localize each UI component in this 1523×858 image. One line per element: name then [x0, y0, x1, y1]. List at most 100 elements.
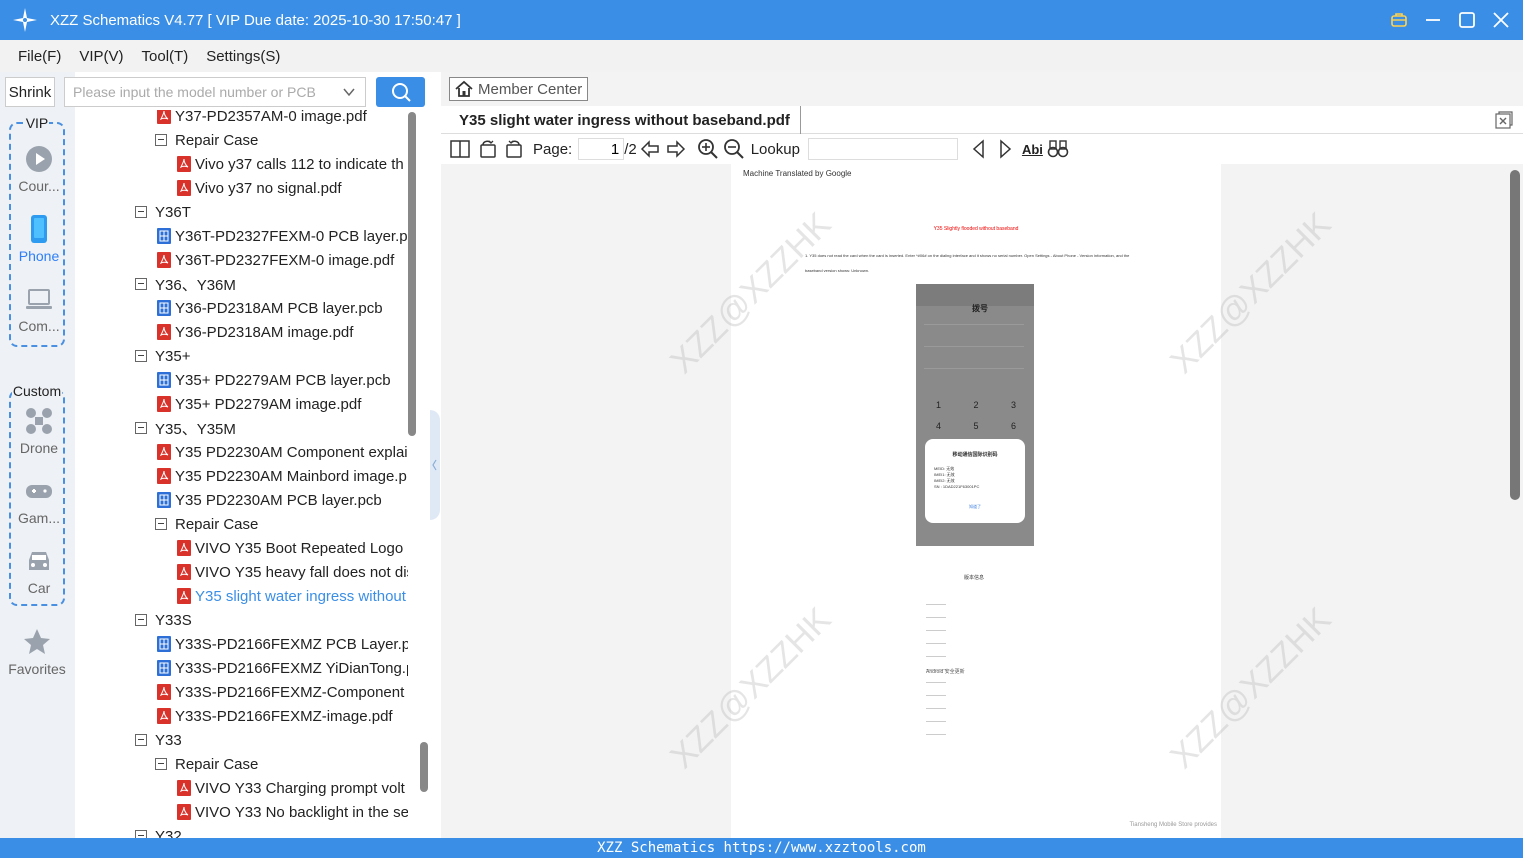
close-icon[interactable]	[1491, 10, 1511, 30]
collapse-toggle-icon[interactable]	[135, 350, 147, 362]
search-input[interactable]	[73, 84, 333, 100]
tree-file[interactable]: Y36-PD2318AM PCB layer.pcb	[157, 296, 383, 320]
chevron-down-icon[interactable]	[343, 86, 355, 98]
prev-page-arrow-icon[interactable]	[639, 138, 661, 160]
pdf-file-icon	[177, 780, 191, 796]
tree-file[interactable]: Y35 slight water ingress without	[177, 584, 406, 608]
close-tab-icon[interactable]	[1495, 111, 1513, 129]
category-sidebar: Shrink VIP Cour... Phone Com... Custom D…	[0, 72, 75, 838]
tree-file[interactable]: Y35 PD2230AM PCB layer.pcb	[157, 488, 382, 512]
tree-file[interactable]: Y36T-PD2327FEXM-0 PCB layer.pcl	[157, 224, 408, 248]
tree-item-label: Y36T-PD2327FEXM-0 PCB layer.pcl	[175, 227, 408, 245]
window-title: XZZ Schematics V4.77 [ VIP Due date: 202…	[50, 11, 461, 29]
vip-crown-icon[interactable]	[1389, 10, 1409, 30]
tree-item-label: Y33S-PD2166FEXMZ YiDianTong.p	[175, 659, 408, 677]
category-car[interactable]: Car	[11, 546, 67, 616]
collapse-toggle-icon[interactable]	[135, 830, 147, 838]
tab-active-document[interactable]: Y35 slight water ingress without baseban…	[449, 106, 801, 134]
menu-tool[interactable]: Tool(T)	[134, 48, 197, 65]
zoom-out-icon[interactable]	[723, 138, 745, 160]
pdf-file-icon	[157, 468, 171, 484]
tree-folder[interactable]: Y36、Y36M	[135, 272, 236, 296]
tree-file[interactable]: VIVO Y33 No backlight in the se	[177, 800, 408, 824]
tree-file[interactable]: Y35+ PD2279AM image.pdf	[157, 392, 361, 416]
collapse-toggle-icon[interactable]	[135, 278, 147, 290]
tree-file[interactable]: Vivo y37 calls 112 to indicate th	[177, 152, 404, 176]
tree-folder[interactable]: Y33	[135, 728, 182, 752]
rotate-right-icon[interactable]	[503, 138, 525, 160]
tree-file[interactable]: Vivo y37 no signal.pdf	[177, 176, 342, 200]
tree-file[interactable]: VIVO Y35 Boot Repeated Logo F	[177, 536, 408, 560]
member-center-label: Member Center	[478, 80, 583, 98]
tree-folder[interactable]: Repair Case	[155, 128, 258, 152]
tree-file[interactable]: Y35 PD2230AM Mainbord image.p	[157, 464, 407, 488]
collapse-toggle-icon[interactable]	[135, 422, 147, 434]
maximize-icon[interactable]	[1457, 10, 1477, 30]
tree-item-label: Y35+ PD2279AM PCB layer.pcb	[175, 371, 391, 389]
tree-file[interactable]: Y33S-PD2166FEXMZ PCB Layer.pcb	[157, 632, 408, 656]
custom-category-group: Custom Drone Gam... Car	[9, 383, 67, 606]
tree-file[interactable]: Y33S-PD2166FEXMZ YiDianTong.p	[157, 656, 408, 680]
tree-folder[interactable]: Y32	[135, 824, 182, 838]
category-drone[interactable]: Drone	[11, 406, 67, 476]
zoom-in-icon[interactable]	[697, 138, 719, 160]
page-number-input[interactable]	[578, 138, 625, 160]
menu-vip[interactable]: VIP(V)	[71, 48, 131, 65]
custom-group-label: Custom	[11, 383, 63, 399]
tree-item-label: Y36-PD2318AM image.pdf	[175, 323, 354, 341]
match-case-button[interactable]: Abi	[1022, 142, 1043, 157]
collapse-toggle-icon[interactable]	[155, 134, 167, 146]
tree-scrollbar-thumb[interactable]	[420, 742, 428, 792]
tree-file[interactable]: VIVO Y35 heavy fall does not dis	[177, 560, 408, 584]
next-page-arrow-icon[interactable]	[665, 138, 687, 160]
search-button[interactable]	[376, 77, 425, 107]
split-view-icon[interactable]	[449, 138, 471, 160]
collapse-toggle-icon[interactable]	[135, 734, 147, 746]
tree-folder[interactable]: Y35、Y35M	[135, 416, 236, 440]
menu-file[interactable]: File(F)	[10, 48, 69, 65]
menu-settings[interactable]: Settings(S)	[198, 48, 288, 65]
tree-file[interactable]: Y36T-PD2327FEXM-0 image.pdf	[157, 248, 394, 272]
pdf-viewer[interactable]: Machine Translated by Google Y35 Slightl…	[441, 164, 1523, 838]
tree-file[interactable]: VIVO Y33 Charging prompt volt	[177, 776, 405, 800]
category-label: Drone	[19, 440, 59, 456]
model-search-field[interactable]	[64, 77, 366, 107]
tree-scrollbar[interactable]	[408, 112, 416, 436]
rotate-left-icon[interactable]	[477, 138, 499, 160]
collapse-toggle-icon[interactable]	[155, 518, 167, 530]
tree-item-label: Y35 PD2230AM PCB layer.pcb	[175, 491, 382, 509]
tree-item-label: VIVO Y33 Charging prompt volt	[195, 779, 405, 797]
collapse-toggle-icon[interactable]	[155, 758, 167, 770]
tree-file[interactable]: Y33S-PD2166FEXMZ-image.pdf	[157, 704, 393, 728]
category-favorites[interactable]: Favorites	[2, 627, 72, 697]
find-next-icon[interactable]	[994, 138, 1016, 160]
tree-folder[interactable]: Repair Case	[155, 752, 258, 776]
tree-folder[interactable]: Y35+	[135, 344, 190, 368]
collapse-toggle-icon[interactable]	[135, 614, 147, 626]
collapse-toggle-icon[interactable]	[135, 206, 147, 218]
tree-folder[interactable]: Y36T	[135, 200, 191, 224]
category-computer[interactable]: Com...	[11, 284, 67, 354]
find-previous-icon[interactable]	[968, 138, 990, 160]
category-label: Cour...	[18, 178, 60, 194]
pcb-file-icon	[157, 636, 171, 652]
lookup-input[interactable]	[807, 138, 958, 160]
viewer-scrollbar[interactable]	[1510, 170, 1520, 500]
category-courses[interactable]: Cour...	[11, 144, 67, 214]
panel-splitter[interactable]	[430, 410, 440, 520]
binoculars-icon[interactable]	[1047, 138, 1069, 160]
tree-file[interactable]: Y33S-PD2166FEXMZ-Component e	[157, 680, 408, 704]
shrink-button[interactable]: Shrink	[5, 77, 55, 107]
tree-folder[interactable]: Repair Case	[155, 512, 258, 536]
drone-icon	[26, 408, 52, 434]
tree-file[interactable]: Y35 PD2230AM Component explai	[157, 440, 408, 464]
category-game[interactable]: Gam...	[11, 476, 67, 546]
tree-folder[interactable]: Y33S	[135, 608, 192, 632]
tree-file[interactable]: Y35+ PD2279AM PCB layer.pcb	[157, 368, 391, 392]
tree-file[interactable]: Y36-PD2318AM image.pdf	[157, 320, 353, 344]
title-bar: XZZ Schematics V4.77 [ VIP Due date: 202…	[0, 0, 1523, 40]
tree-file[interactable]: Y37-PD2357AM-0 image.pdf	[157, 110, 367, 128]
category-phone[interactable]: Phone	[11, 214, 67, 284]
member-center-button[interactable]: Member Center	[449, 77, 588, 101]
minimize-icon[interactable]	[1423, 10, 1443, 30]
